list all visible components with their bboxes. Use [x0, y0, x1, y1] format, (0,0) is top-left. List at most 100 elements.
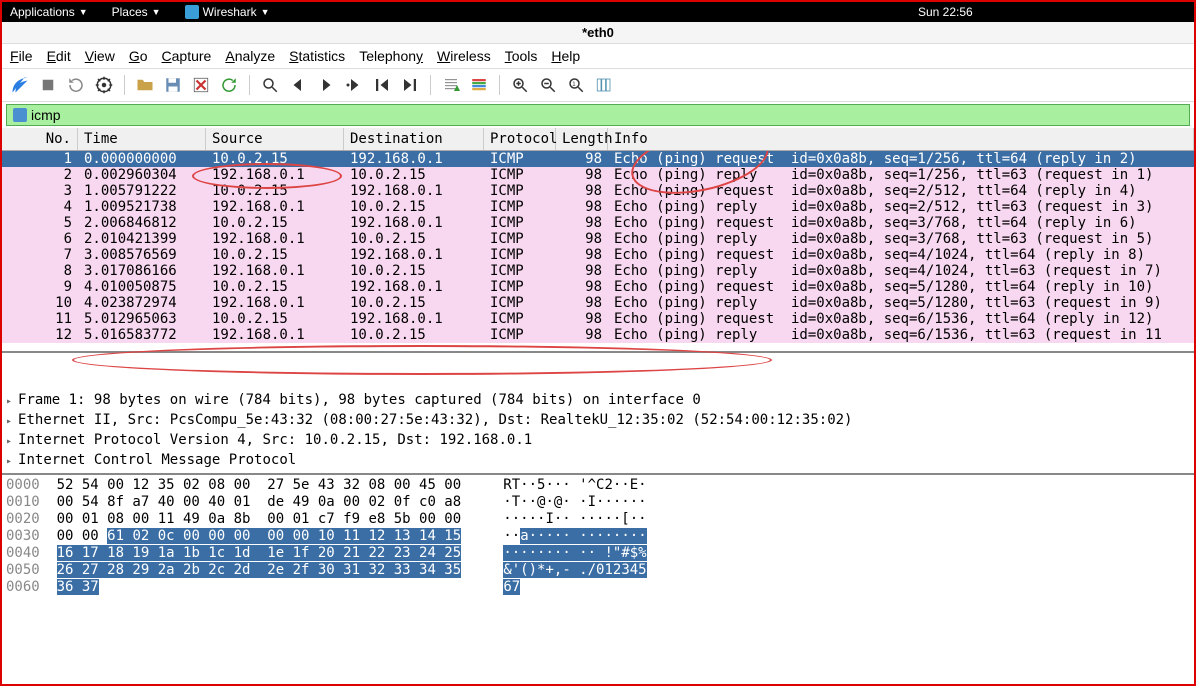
- cell-no: 2: [2, 167, 78, 183]
- packet-list-pane[interactable]: No. Time Source Destination Protocol Len…: [2, 128, 1194, 351]
- clock: Sun 22:56: [918, 5, 973, 19]
- go-last-button[interactable]: [398, 73, 422, 97]
- detail-tree-item[interactable]: Ethernet II, Src: PcsCompu_5e:43:32 (08:…: [6, 411, 1190, 431]
- cell-src: 192.168.0.1: [206, 327, 344, 343]
- packet-row[interactable]: 125.016583772192.168.0.110.0.2.15ICMP98E…: [2, 327, 1194, 343]
- restart-capture-button[interactable]: [64, 73, 88, 97]
- packet-row[interactable]: 20.002960304192.168.0.110.0.2.15ICMP98Ec…: [2, 167, 1194, 183]
- col-header-no[interactable]: No.: [2, 128, 78, 150]
- hex-line[interactable]: 0040 16 17 18 19 1a 1b 1c 1d 1e 1f 20 21…: [6, 545, 1190, 562]
- packet-row[interactable]: 115.01296506310.0.2.15192.168.0.1ICMP98E…: [2, 311, 1194, 327]
- menu-analyze[interactable]: Analyze: [225, 48, 275, 64]
- packet-row[interactable]: 104.023872974192.168.0.110.0.2.15ICMP98E…: [2, 295, 1194, 311]
- hex-line[interactable]: 0020 00 01 08 00 11 49 0a 8b 00 01 c7 f9…: [6, 511, 1190, 528]
- col-header-info[interactable]: Info: [608, 128, 1194, 150]
- packet-row[interactable]: 31.00579122210.0.2.15192.168.0.1ICMP98Ec…: [2, 183, 1194, 199]
- cell-dst: 192.168.0.1: [344, 311, 484, 327]
- cell-proto: ICMP: [484, 231, 556, 247]
- open-file-button[interactable]: [133, 73, 157, 97]
- detail-tree-item[interactable]: Internet Control Message Protocol: [6, 451, 1190, 471]
- detail-tree-item[interactable]: Frame 1: 98 bytes on wire (784 bits), 98…: [6, 391, 1190, 411]
- cell-proto: ICMP: [484, 167, 556, 183]
- capture-options-button[interactable]: [92, 73, 116, 97]
- go-to-packet-button[interactable]: [342, 73, 366, 97]
- cell-len: 98: [556, 327, 608, 343]
- cell-len: 98: [556, 295, 608, 311]
- menu-wireless[interactable]: Wireless: [437, 48, 491, 64]
- cell-src: 192.168.0.1: [206, 295, 344, 311]
- packet-bytes-pane[interactable]: 0000 52 54 00 12 35 02 08 00 27 5e 43 32…: [2, 473, 1194, 598]
- colorize-button[interactable]: [467, 73, 491, 97]
- cell-no: 7: [2, 247, 78, 263]
- reload-file-button[interactable]: [217, 73, 241, 97]
- cell-dst: 192.168.0.1: [344, 279, 484, 295]
- save-file-button[interactable]: [161, 73, 185, 97]
- packet-row[interactable]: 41.009521738192.168.0.110.0.2.15ICMP98Ec…: [2, 199, 1194, 215]
- packet-details-pane[interactable]: Frame 1: 98 bytes on wire (784 bits), 98…: [2, 351, 1194, 473]
- stop-capture-button[interactable]: [36, 73, 60, 97]
- cell-proto: ICMP: [484, 215, 556, 231]
- cell-dst: 10.0.2.15: [344, 199, 484, 215]
- hex-line[interactable]: 0060 36 37 67: [6, 579, 1190, 596]
- cell-time: 3.008576569: [78, 247, 206, 263]
- packet-row[interactable]: 52.00684681210.0.2.15192.168.0.1ICMP98Ec…: [2, 215, 1194, 231]
- menu-go[interactable]: Go: [129, 48, 148, 64]
- cell-no: 12: [2, 327, 78, 343]
- cell-len: 98: [556, 215, 608, 231]
- col-header-destination[interactable]: Destination: [344, 128, 484, 150]
- hex-line[interactable]: 0030 00 00 61 02 0c 00 00 00 00 00 10 11…: [6, 528, 1190, 545]
- menu-capture[interactable]: Capture: [162, 48, 212, 64]
- go-next-button[interactable]: [314, 73, 338, 97]
- packet-row[interactable]: 10.00000000010.0.2.15192.168.0.1ICMP98Ec…: [2, 151, 1194, 167]
- cell-proto: ICMP: [484, 279, 556, 295]
- start-capture-button[interactable]: [8, 73, 32, 97]
- app-indicator-wireshark[interactable]: Wireshark▼: [185, 5, 270, 19]
- find-packet-button[interactable]: [258, 73, 282, 97]
- menu-view[interactable]: View: [85, 48, 115, 64]
- menu-bar: File Edit View Go Capture Analyze Statis…: [2, 44, 1194, 69]
- cell-len: 98: [556, 151, 608, 167]
- close-file-button[interactable]: [189, 73, 213, 97]
- go-prev-button[interactable]: [286, 73, 310, 97]
- auto-scroll-button[interactable]: [439, 73, 463, 97]
- packet-list-header[interactable]: No. Time Source Destination Protocol Len…: [2, 128, 1194, 151]
- cell-proto: ICMP: [484, 199, 556, 215]
- resize-columns-button[interactable]: [592, 73, 616, 97]
- display-filter-bar[interactable]: [6, 104, 1190, 126]
- cell-no: 10: [2, 295, 78, 311]
- menu-statistics[interactable]: Statistics: [289, 48, 345, 64]
- menu-help[interactable]: Help: [551, 48, 580, 64]
- cell-no: 1: [2, 151, 78, 167]
- packet-row[interactable]: 62.010421399192.168.0.110.0.2.15ICMP98Ec…: [2, 231, 1194, 247]
- col-header-source[interactable]: Source: [206, 128, 344, 150]
- menu-file[interactable]: File: [10, 48, 33, 64]
- menu-tools[interactable]: Tools: [505, 48, 538, 64]
- menu-edit[interactable]: Edit: [47, 48, 71, 64]
- filter-bookmark-icon[interactable]: [13, 108, 27, 122]
- col-header-length[interactable]: Length: [556, 128, 608, 150]
- places-menu[interactable]: Places▼: [112, 5, 161, 19]
- packet-row[interactable]: 73.00857656910.0.2.15192.168.0.1ICMP98Ec…: [2, 247, 1194, 263]
- packet-row[interactable]: 83.017086166192.168.0.110.0.2.15ICMP98Ec…: [2, 263, 1194, 279]
- packet-row[interactable]: 94.01005087510.0.2.15192.168.0.1ICMP98Ec…: [2, 279, 1194, 295]
- hex-line[interactable]: 0000 52 54 00 12 35 02 08 00 27 5e 43 32…: [6, 477, 1190, 494]
- menu-telephony[interactable]: Telephony: [359, 48, 423, 64]
- cell-src: 192.168.0.1: [206, 167, 344, 183]
- cell-src: 192.168.0.1: [206, 231, 344, 247]
- hex-line[interactable]: 0050 26 27 28 29 2a 2b 2c 2d 2e 2f 30 31…: [6, 562, 1190, 579]
- display-filter-input[interactable]: [31, 107, 1183, 123]
- detail-tree-item[interactable]: Internet Protocol Version 4, Src: 10.0.2…: [6, 431, 1190, 451]
- applications-menu[interactable]: Applications▼: [10, 5, 88, 19]
- zoom-in-button[interactable]: [508, 73, 532, 97]
- cell-no: 11: [2, 311, 78, 327]
- col-header-protocol[interactable]: Protocol: [484, 128, 556, 150]
- cell-proto: ICMP: [484, 151, 556, 167]
- hex-line[interactable]: 0010 00 54 8f a7 40 00 40 01 de 49 0a 00…: [6, 494, 1190, 511]
- cell-dst: 192.168.0.1: [344, 215, 484, 231]
- zoom-reset-button[interactable]: 1: [564, 73, 588, 97]
- zoom-out-button[interactable]: [536, 73, 560, 97]
- cell-info: Echo (ping) request id=0x0a8b, seq=2/512…: [608, 183, 1194, 199]
- cell-info: Echo (ping) reply id=0x0a8b, seq=6/1536,…: [608, 327, 1194, 343]
- col-header-time[interactable]: Time: [78, 128, 206, 150]
- go-first-button[interactable]: [370, 73, 394, 97]
